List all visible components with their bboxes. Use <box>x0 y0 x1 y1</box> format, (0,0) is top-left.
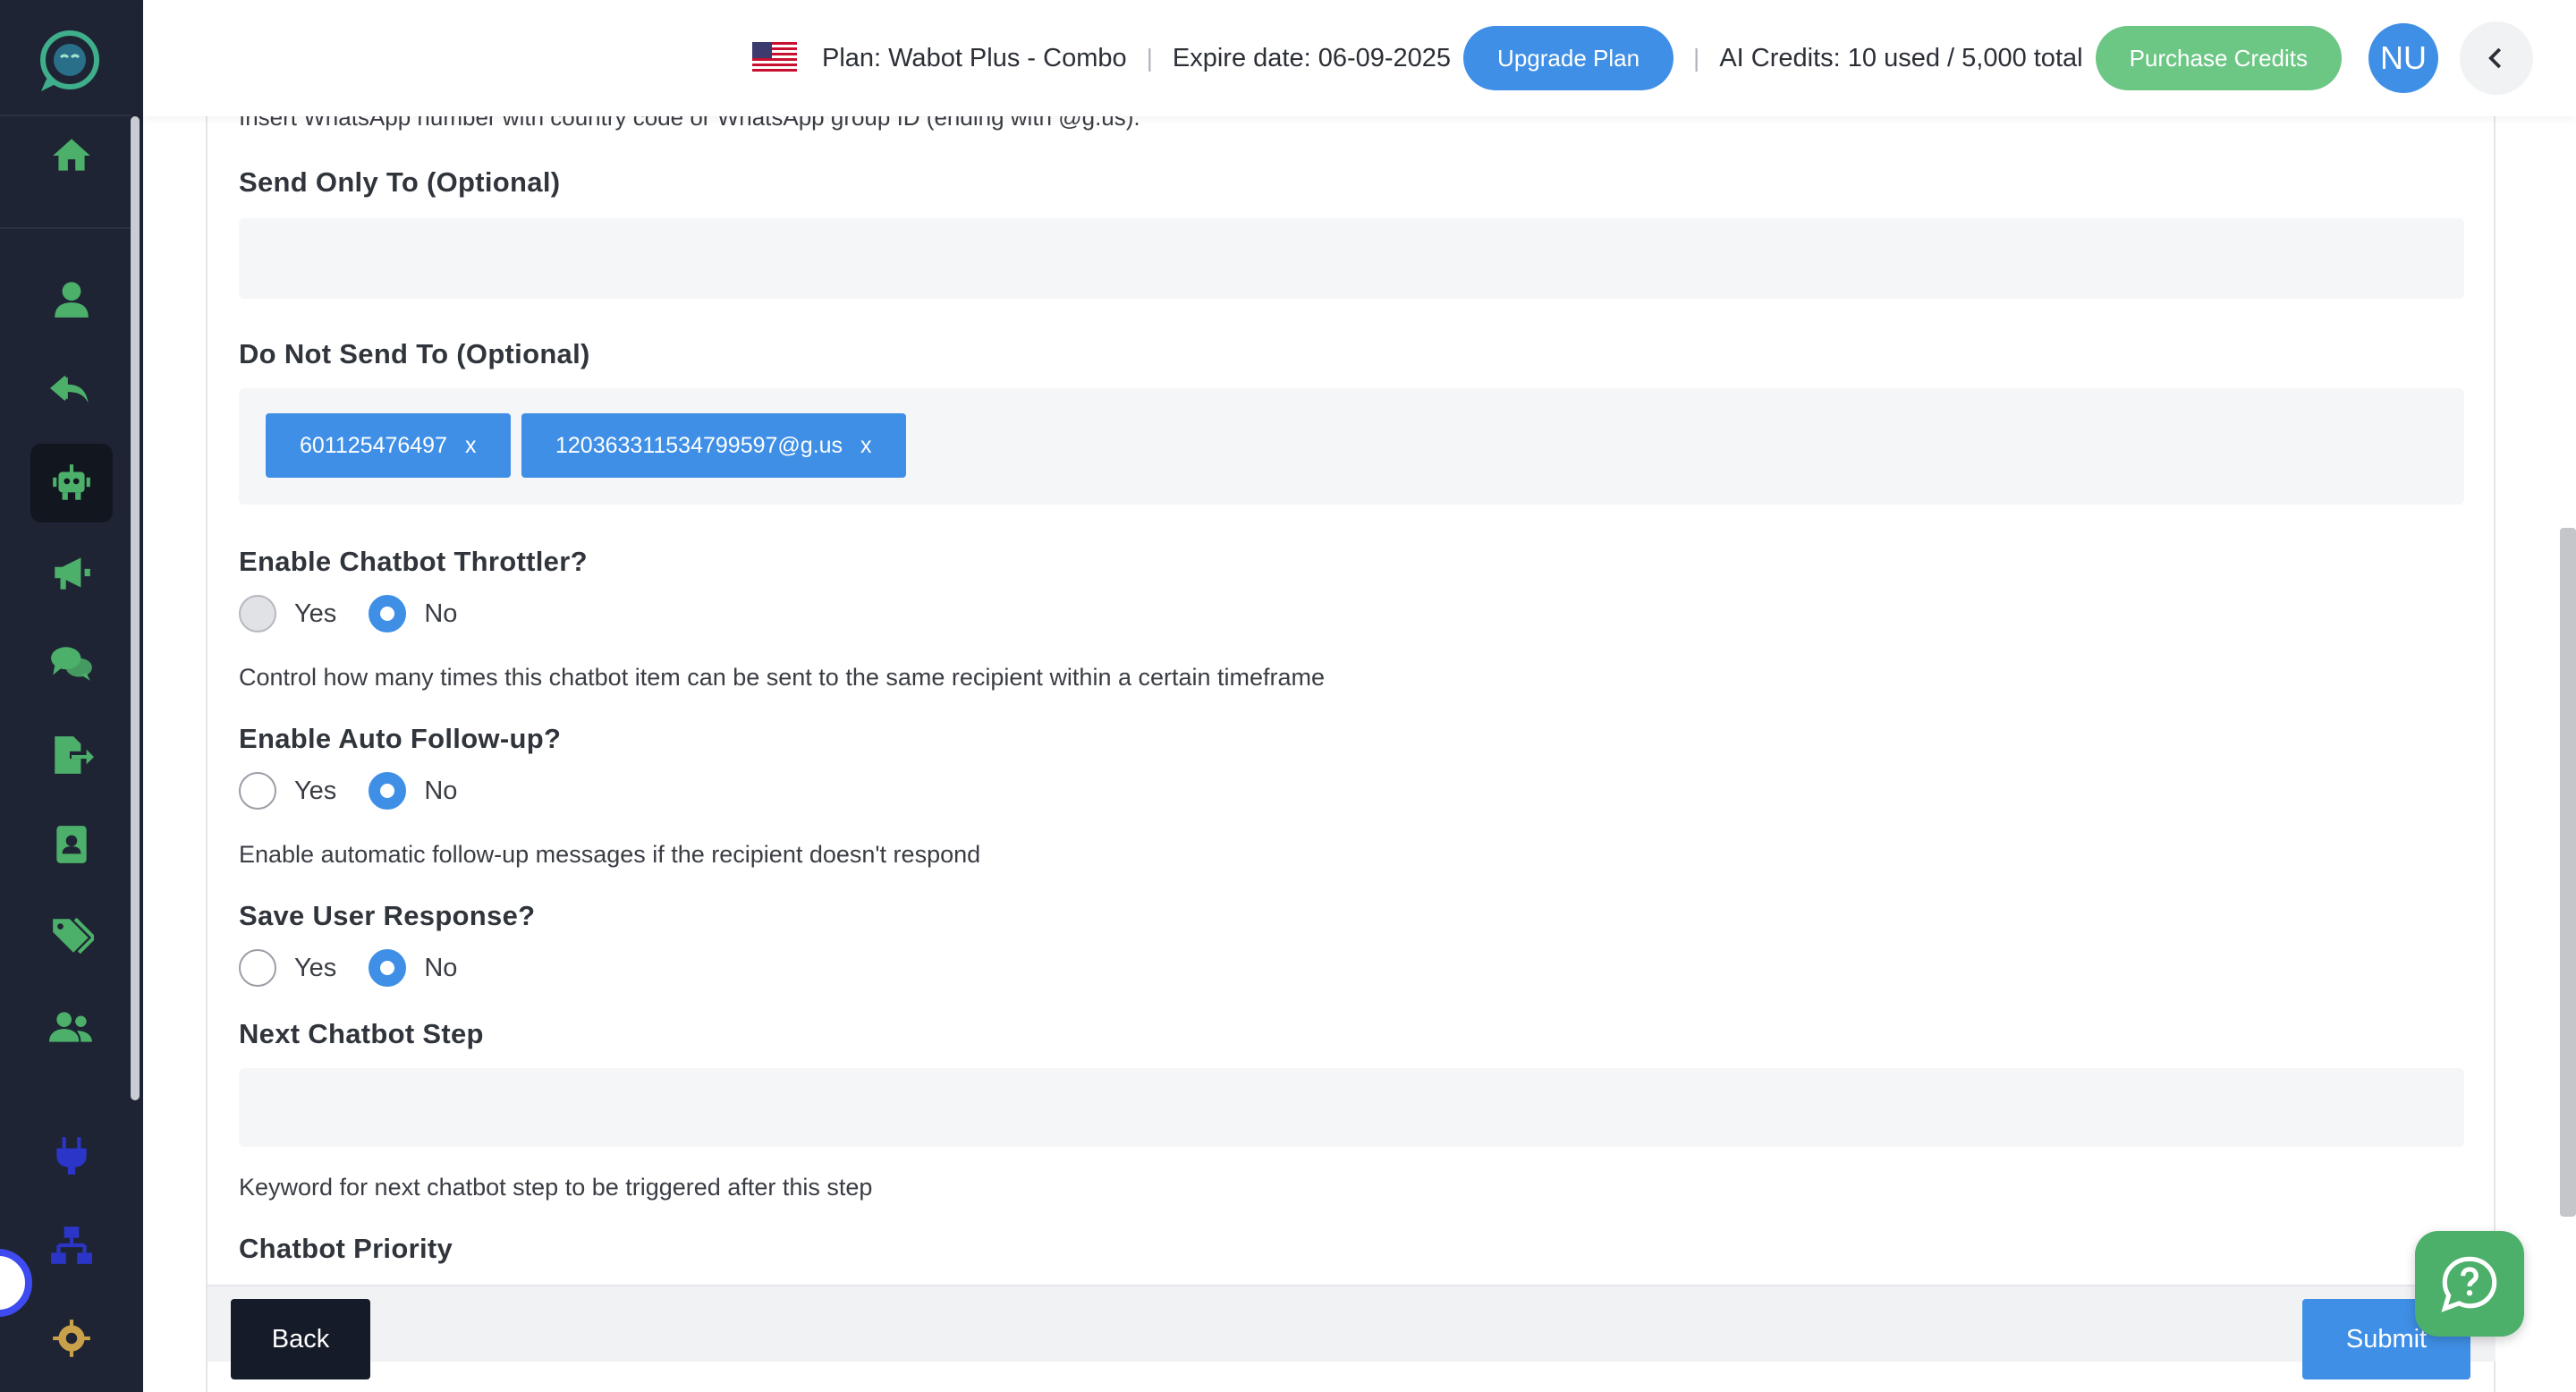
sidebar-item-integrations[interactable] <box>30 1116 113 1195</box>
radio-label: No <box>424 598 458 628</box>
top-header: Plan: Wabot Plus - Combo | Expire date: … <box>143 0 2576 116</box>
main-content: Insert WhatsApp number with country code… <box>143 104 2576 1392</box>
sidebar-item-tags[interactable] <box>30 896 113 975</box>
help-chat-button[interactable] <box>2415 1231 2524 1337</box>
plug-icon <box>56 1137 87 1175</box>
tag-text: 601125476497 <box>300 432 447 458</box>
upgrade-plan-button[interactable]: Upgrade Plan <box>1463 26 1674 90</box>
next-step-input[interactable] <box>239 1068 2464 1147</box>
sidebar-item-replies[interactable] <box>30 351 113 429</box>
radio-label: Yes <box>294 953 337 982</box>
throttler-radio-group: Yes No <box>239 595 489 632</box>
sidebar-item-export[interactable] <box>30 716 113 794</box>
home-icon <box>53 139 90 171</box>
question-chat-icon <box>2441 1256 2497 1312</box>
save-response-label: Save User Response? <box>239 900 536 931</box>
sidebar-item-campaigns[interactable] <box>30 533 113 612</box>
sidebar-item-contact-book[interactable] <box>30 805 113 884</box>
chat-icon <box>51 647 92 681</box>
avatar[interactable]: NU <box>2368 23 2438 93</box>
save-response-radio-group: Yes No <box>239 949 489 987</box>
send-only-to-label: Send Only To (Optional) <box>239 166 561 198</box>
recipient-tag: 120363311534799597@g.us x <box>521 413 906 478</box>
throttler-label: Enable Chatbot Throttler? <box>239 546 588 577</box>
radio-label: Yes <box>294 598 337 628</box>
do-not-send-to-input[interactable]: 601125476497 x 120363311534799597@g.us x <box>239 388 2464 505</box>
throttler-help: Control how many times this chatbot item… <box>239 664 1326 691</box>
sidebar-item-flows[interactable] <box>30 1206 113 1285</box>
collapse-button[interactable] <box>2460 21 2533 95</box>
send-only-to-input[interactable] <box>239 218 2464 299</box>
radio-label: No <box>424 953 458 982</box>
sidebar <box>0 0 143 1392</box>
header-separator: | <box>1693 44 1700 72</box>
robot-icon <box>53 464 90 500</box>
header-separator: | <box>1146 44 1153 72</box>
tag-text: 120363311534799597@g.us <box>555 432 843 458</box>
priority-label: Chatbot Priority <box>239 1233 453 1264</box>
sidebar-item-chats[interactable] <box>30 624 113 703</box>
tag-remove-button[interactable]: x <box>860 433 872 459</box>
throttler-yes-radio[interactable] <box>239 595 276 632</box>
auto-followup-label: Enable Auto Follow-up? <box>239 723 562 754</box>
purchase-credits-button[interactable]: Purchase Credits <box>2095 26 2342 90</box>
plan-text: Plan: Wabot Plus - Combo <box>821 43 1127 72</box>
reply-icon <box>49 375 89 403</box>
form-footer <box>208 1285 2496 1362</box>
chevron-left-icon <box>2488 47 2502 69</box>
export-icon <box>55 736 94 774</box>
sidebar-scrollbar[interactable] <box>131 116 140 1100</box>
tag-remove-button[interactable]: x <box>465 433 477 459</box>
settings-icon <box>53 1320 90 1357</box>
sitemap-icon <box>51 1226 92 1264</box>
us-flag-icon <box>751 42 797 74</box>
expire-date-text: Expire date: 06-09-2025 <box>1172 43 1452 72</box>
auto-followup-yes-radio[interactable] <box>239 772 276 810</box>
do-not-send-to-label: Do Not Send To (Optional) <box>239 338 590 369</box>
sidebar-item-home[interactable] <box>30 116 113 195</box>
radio-label: No <box>424 776 458 805</box>
save-response-yes-radio[interactable] <box>239 949 276 987</box>
recipient-tag: 601125476497 x <box>266 413 511 478</box>
next-step-help: Keyword for next chatbot step to be trig… <box>239 1174 873 1201</box>
sidebar-item-settings[interactable] <box>30 1299 113 1378</box>
app-logo-icon[interactable] <box>34 27 106 93</box>
users-icon <box>49 1012 92 1042</box>
next-step-label: Next Chatbot Step <box>239 1018 484 1049</box>
throttler-no-radio[interactable] <box>369 595 407 632</box>
tags-icon <box>53 917 94 955</box>
megaphone-icon <box>55 557 90 590</box>
save-response-no-radio[interactable] <box>369 949 407 987</box>
sidebar-item-chatbot[interactable] <box>30 444 113 522</box>
radio-label: Yes <box>294 776 337 805</box>
back-button[interactable]: Back <box>231 1299 370 1379</box>
page-scrollbar[interactable] <box>2560 528 2576 1217</box>
sidebar-item-contacts[interactable] <box>30 259 113 338</box>
auto-followup-help: Enable automatic follow-up messages if t… <box>239 841 981 868</box>
ai-credits-text: AI Credits: 10 used / 5,000 total <box>1719 43 2083 72</box>
auto-followup-no-radio[interactable] <box>369 772 407 810</box>
user-icon <box>55 282 89 318</box>
sidebar-item-team[interactable] <box>30 988 113 1066</box>
auto-followup-radio-group: Yes No <box>239 772 489 810</box>
contact-book-icon <box>56 826 87 863</box>
